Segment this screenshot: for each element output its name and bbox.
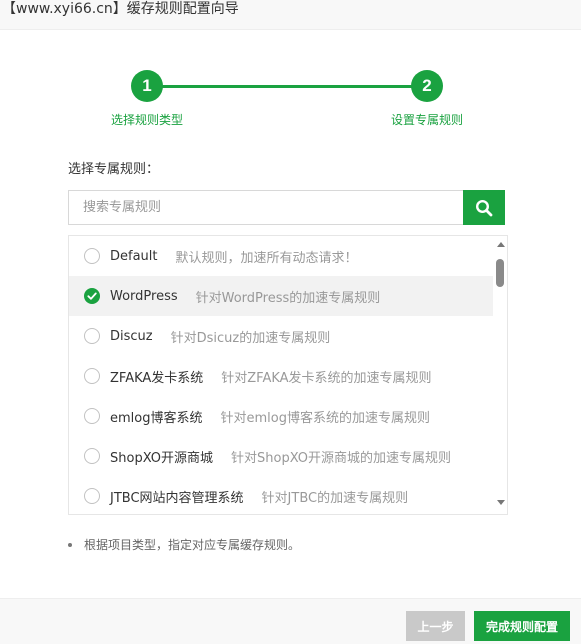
rule-item-zfaka[interactable]: ZFAKA发卡系统 针对ZFAKA发卡系统的加速专属规则: [69, 356, 493, 396]
search-icon: [475, 199, 493, 216]
rule-description: 针对ShopXO开源商城的加速专属规则: [231, 450, 452, 466]
previous-step-button[interactable]: 上一步: [406, 611, 465, 641]
rule-name: Default: [110, 248, 158, 264]
scroll-up-arrow-icon[interactable]: [497, 242, 505, 247]
rule-name: WordPress: [110, 288, 178, 304]
step-2-label: 设置专属规则: [391, 113, 464, 127]
rule-name: emlog博客系统: [110, 410, 203, 426]
rule-item-wordpress[interactable]: WordPress 针对WordPress的加速专属规则: [69, 276, 493, 316]
help-tip: 根据项目类型，指定对应专属缓存规则。: [68, 536, 300, 553]
radio-button[interactable]: [84, 248, 100, 264]
list-scrollbar[interactable]: [493, 236, 507, 514]
help-tip-text: 根据项目类型，指定对应专属缓存规则。: [84, 538, 301, 552]
window-title: 【www.xyi66.cn】缓存规则配置向导: [2, 1, 239, 17]
step-1-circle: 1: [131, 70, 163, 102]
rule-item-discuz[interactable]: Discuz 针对Dsicuz的加速专属规则: [69, 316, 493, 356]
rule-name: ShopXO开源商城: [110, 450, 214, 466]
rule-list: Default 默认规则，加速所有动态请求！ WordPress 针对WordP…: [68, 235, 508, 515]
radio-button-checked[interactable]: [84, 288, 100, 304]
rule-description: 针对JTBC的加速专属规则: [261, 490, 409, 506]
rule-search: [68, 190, 505, 225]
step-progress-line: [160, 85, 415, 88]
rule-item-shopxo[interactable]: ShopXO开源商城 针对ShopXO开源商城的加速专属规则: [69, 436, 493, 476]
rule-item-jtbc[interactable]: JTBC网站内容管理系统 针对JTBC的加速专属规则: [69, 476, 493, 514]
rule-search-input[interactable]: [68, 190, 464, 225]
radio-button[interactable]: [84, 408, 100, 424]
radio-button[interactable]: [84, 328, 100, 344]
rule-item-emlog[interactable]: emlog博客系统 针对emlog博客系统的加速专属规则: [69, 396, 493, 436]
step-2-circle: 2: [411, 70, 443, 102]
rule-description: 默认规则，加速所有动态请求！: [175, 250, 358, 266]
scroll-thumb[interactable]: [496, 259, 504, 287]
radio-button[interactable]: [84, 488, 100, 504]
rule-select-label: 选择专属规则：: [68, 162, 160, 177]
scroll-down-arrow-icon[interactable]: [497, 500, 505, 505]
step-1-label: 选择规则类型: [111, 113, 184, 127]
rule-description: 针对Dsicuz的加速专属规则: [170, 330, 331, 346]
radio-button[interactable]: [84, 368, 100, 384]
window-title-bar: 【www.xyi66.cn】缓存规则配置向导: [0, 0, 581, 30]
rule-item-default[interactable]: Default 默认规则，加速所有动态请求！: [69, 236, 493, 276]
finish-config-button[interactable]: 完成规则配置: [474, 611, 570, 641]
search-button[interactable]: [463, 190, 505, 225]
rule-description: 针对ZFAKA发卡系统的加速专属规则: [221, 370, 432, 386]
rule-name: ZFAKA发卡系统: [110, 370, 204, 386]
wizard-steps: 1 选择规则类型 2 设置专属规则: [0, 70, 581, 130]
radio-button[interactable]: [84, 448, 100, 464]
rule-description: 针对emlog博客系统的加速专属规则: [220, 410, 430, 426]
bullet-icon: [68, 542, 72, 547]
dialog-footer: 上一步 完成规则配置: [0, 598, 581, 644]
rule-description: 针对WordPress的加速专属规则: [195, 290, 381, 306]
rule-name: JTBC网站内容管理系统: [110, 490, 244, 506]
rule-name: Discuz: [110, 328, 153, 344]
check-icon: [87, 292, 97, 300]
